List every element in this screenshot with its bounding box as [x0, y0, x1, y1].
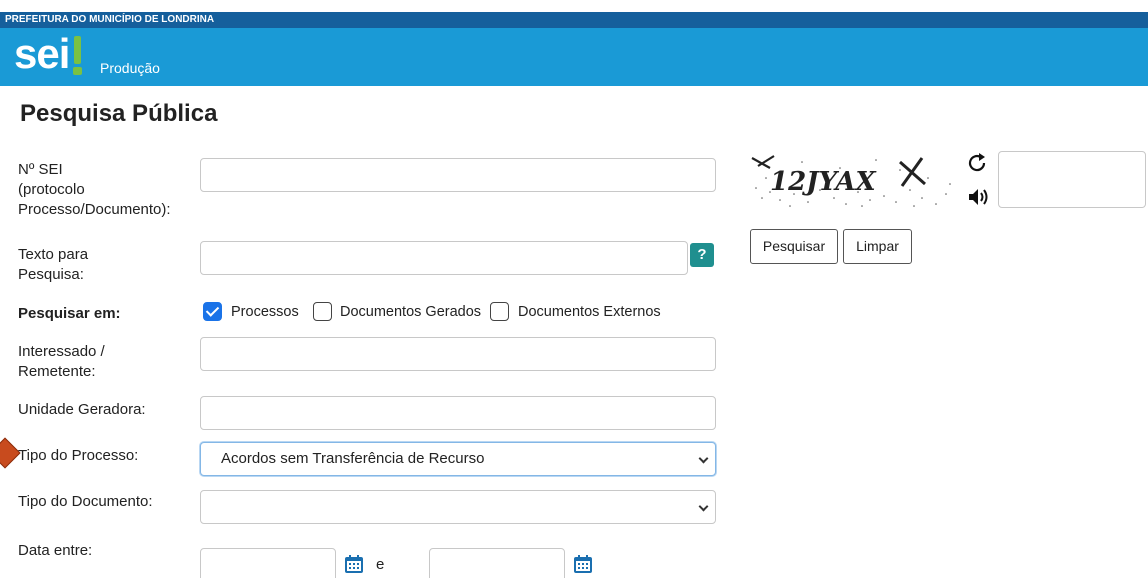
process-type-select[interactable]: Acordos sem Transferência de Recurso: [200, 442, 716, 476]
logo-dot-icon: [73, 67, 82, 75]
captcha-image: 12JYAX: [750, 148, 960, 210]
calendar-icon[interactable]: [344, 554, 364, 574]
environment-label: Produção: [100, 60, 160, 76]
doc-type-select[interactable]: [200, 490, 716, 524]
sei-number-label: Nº SEI (protocolo Processo/Documento):: [18, 160, 171, 220]
processes-checkbox[interactable]: [203, 302, 222, 321]
doc-type-label: Tipo do Documento:: [18, 493, 153, 510]
logo-bang-icon: [74, 36, 81, 64]
search-text-label-line2: Pesquisa:: [18, 266, 84, 283]
logo-text: sei: [14, 30, 70, 77]
date-from-input[interactable]: [200, 548, 336, 578]
sei-logo[interactable]: sei: [14, 30, 94, 78]
clear-button[interactable]: Limpar: [843, 229, 912, 264]
sei-number-label-line3: Processo/Documento):: [18, 201, 171, 218]
help-button[interactable]: ?: [690, 243, 714, 267]
date-to-input[interactable]: [429, 548, 565, 578]
org-bar: PREFEITURA DO MUNICÍPIO DE LONDRINA: [0, 12, 1148, 28]
page-title: Pesquisa Pública: [20, 100, 218, 127]
captcha-code: 12JYAX: [770, 167, 878, 197]
search-text-label-line1: Texto para: [18, 246, 89, 263]
interested-input[interactable]: [200, 337, 716, 371]
external-docs-checkbox[interactable]: [490, 302, 509, 321]
chevron-down-icon: [698, 453, 709, 464]
date-separator: e: [376, 556, 385, 573]
process-type-selected: Acordos sem Transferência de Recurso: [221, 450, 485, 467]
processes-checkbox-label[interactable]: Processos: [231, 304, 299, 320]
generated-docs-checkbox[interactable]: [313, 302, 332, 321]
org-name: PREFEITURA DO MUNICÍPIO DE LONDRINA: [5, 14, 215, 25]
unit-label: Unidade Geradora:: [18, 401, 146, 418]
date-range-label: Data entre:: [18, 542, 93, 559]
refresh-icon[interactable]: [966, 152, 990, 174]
sei-number-label-line2: (protocolo: [18, 181, 85, 198]
search-text-input[interactable]: [200, 241, 688, 275]
unit-input[interactable]: [200, 396, 716, 430]
calendar-icon[interactable]: [573, 554, 593, 574]
search-button[interactable]: Pesquisar: [750, 229, 838, 264]
interested-label-line1: Interessado /: [18, 343, 105, 360]
search-in-label: Pesquisar em:: [18, 305, 121, 322]
audio-icon[interactable]: [966, 186, 990, 208]
process-type-label: Tipo do Processo:: [18, 447, 139, 464]
external-docs-checkbox-label[interactable]: Documentos Externos: [518, 304, 661, 320]
interested-label-line2: Remetente:: [18, 363, 96, 380]
brand-bar: sei Produção: [0, 28, 1148, 86]
sei-number-label-line1: Nº SEI: [18, 161, 63, 178]
generated-docs-checkbox-label[interactable]: Documentos Gerados: [340, 304, 481, 320]
sei-number-input[interactable]: [200, 158, 716, 192]
interested-label: Interessado / Remetente:: [18, 342, 105, 382]
chevron-down-icon: [698, 501, 709, 512]
search-text-label: Texto para Pesquisa:: [18, 245, 88, 285]
captcha-input[interactable]: [998, 151, 1146, 208]
